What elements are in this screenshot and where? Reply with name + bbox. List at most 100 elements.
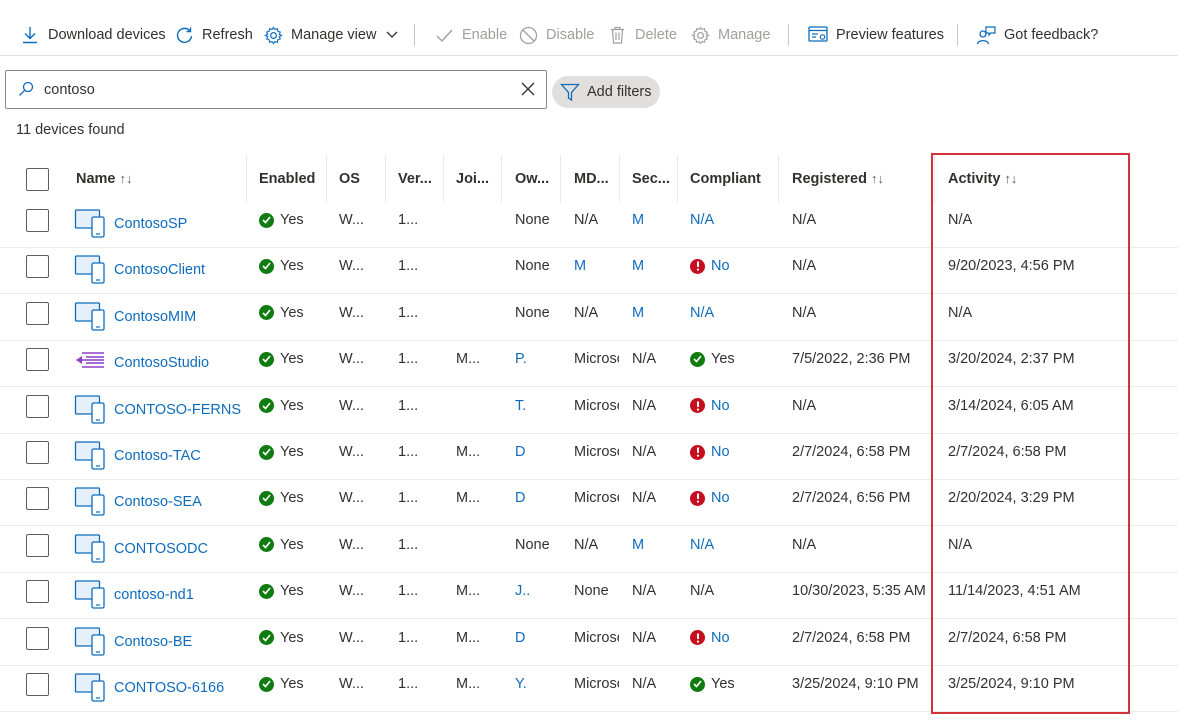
- column-header-enabled[interactable]: Enabled: [259, 171, 315, 187]
- enabled-cell: Yes: [259, 305, 304, 321]
- gear-icon: [690, 25, 710, 45]
- row-checkbox[interactable]: [26, 394, 49, 418]
- row-checkbox[interactable]: [26, 673, 49, 696]
- delete-button[interactable]: Delete: [607, 22, 677, 48]
- security-cell[interactable]: M: [632, 305, 672, 321]
- column-header-version[interactable]: Ver...: [398, 171, 432, 187]
- device-name-link[interactable]: ContosoMIM: [114, 309, 196, 325]
- column-divider[interactable]: [560, 155, 561, 203]
- owner-cell[interactable]: T.: [515, 398, 557, 414]
- device-name-link[interactable]: ContosoStudio: [114, 355, 209, 371]
- got-feedback-button[interactable]: Got feedback?: [976, 22, 1098, 48]
- row-checkbox[interactable]: [26, 441, 49, 464]
- owner-cell[interactable]: J..: [515, 583, 557, 599]
- security-cell[interactable]: M: [632, 212, 672, 228]
- device-name-link[interactable]: ContosoClient: [114, 262, 205, 278]
- manage-button[interactable]: Manage: [690, 22, 770, 48]
- download-devices-button[interactable]: Download devices: [20, 22, 166, 48]
- row-checkbox[interactable]: [26, 626, 49, 650]
- security-cell[interactable]: M: [632, 537, 672, 553]
- compliant-cell[interactable]: N/A: [690, 212, 775, 228]
- device-name-link[interactable]: CONTOSO-FERNS: [114, 402, 241, 418]
- delete-label: Delete: [635, 27, 677, 43]
- table-row[interactable]: CONTOSODC Yes W... 1... None N/A M N/A N…: [0, 527, 1178, 573]
- column-header-security[interactable]: Sec...: [632, 171, 670, 187]
- row-checkbox[interactable]: [26, 209, 49, 232]
- owner-cell[interactable]: D: [515, 490, 557, 506]
- toolbar-separator: [414, 24, 415, 46]
- security-cell: N/A: [632, 629, 657, 646]
- table-row[interactable]: Contoso-BE Yes W... 1... M... D Microsc …: [0, 620, 1178, 666]
- security-cell[interactable]: M: [632, 258, 672, 274]
- version-cell: 1...: [398, 583, 419, 600]
- column-header-owner[interactable]: Ow...: [515, 171, 549, 187]
- row-checkbox[interactable]: [26, 533, 49, 557]
- column-header-activity[interactable]: Activity ↑↓: [948, 171, 1017, 187]
- table-row[interactable]: CONTOSO-FERNS Yes W... 1... T. Microsc N…: [0, 388, 1178, 434]
- column-header-mdm[interactable]: MD...: [574, 171, 609, 187]
- row-checkbox[interactable]: [26, 255, 49, 279]
- registered-cell: N/A: [792, 536, 817, 553]
- device-name-link[interactable]: ContosoSP: [114, 216, 187, 232]
- mdm-cell[interactable]: M: [574, 258, 619, 274]
- table-row[interactable]: ContosoSP Yes W... 1... None N/A M N/A N…: [0, 202, 1178, 248]
- column-divider[interactable]: [778, 155, 779, 203]
- column-header-join-type[interactable]: Joi...: [456, 171, 489, 187]
- table-row[interactable]: Contoso-TAC Yes W... 1... M... D Microsc…: [0, 434, 1178, 480]
- device-name-link[interactable]: Contoso-BE: [114, 634, 192, 650]
- disable-button[interactable]: Disable: [518, 22, 594, 48]
- column-header-os[interactable]: OS: [339, 171, 360, 187]
- search-input[interactable]: [44, 79, 504, 101]
- registered-cell: N/A: [792, 212, 817, 228]
- device-name-link[interactable]: contoso-nd1: [114, 587, 194, 603]
- owner-cell[interactable]: P.: [515, 351, 557, 367]
- column-divider[interactable]: [443, 155, 444, 203]
- table-row[interactable]: ContosoClient Yes W... 1... None M M No …: [0, 248, 1178, 295]
- column-header-compliant[interactable]: Compliant: [690, 171, 761, 187]
- tablet-icon: [74, 208, 108, 242]
- select-all-checkbox[interactable]: [26, 168, 49, 191]
- device-name-link[interactable]: CONTOSODC: [114, 541, 208, 557]
- column-divider[interactable]: [501, 155, 502, 203]
- table-row[interactable]: ContosoStudio Yes W... 1... M... P. Micr…: [0, 341, 1178, 388]
- preview-features-button[interactable]: Preview features: [808, 22, 944, 48]
- device-name-link[interactable]: Contoso-SEA: [114, 494, 202, 510]
- os-cell: W...: [339, 212, 364, 228]
- compliant-cell[interactable]: No: [690, 258, 775, 275]
- column-divider[interactable]: [934, 155, 935, 203]
- compliant-cell[interactable]: N/A: [690, 537, 775, 553]
- mdm-cell: Microsc: [574, 629, 619, 646]
- enable-button[interactable]: Enable: [434, 22, 507, 48]
- column-divider[interactable]: [677, 155, 678, 203]
- table-row[interactable]: Contoso-SEA Yes W... 1... M... D Microsc…: [0, 480, 1178, 527]
- device-name-link[interactable]: Contoso-TAC: [114, 448, 201, 464]
- manage-view-button[interactable]: Manage view: [263, 22, 398, 48]
- table-row[interactable]: contoso-nd1 Yes W... 1... M... J.. None …: [0, 573, 1178, 620]
- compliant-cell[interactable]: N/A: [690, 305, 775, 321]
- device-name-link[interactable]: CONTOSO-6166: [114, 680, 224, 696]
- refresh-button[interactable]: Refresh: [174, 22, 253, 48]
- owner-cell[interactable]: D: [515, 630, 557, 646]
- owner-cell[interactable]: Y.: [515, 676, 557, 692]
- compliant-cell[interactable]: No: [690, 490, 775, 507]
- owner-cell[interactable]: D: [515, 444, 557, 460]
- compliant-cell[interactable]: No: [690, 398, 775, 415]
- column-header-name[interactable]: Name ↑↓: [76, 171, 133, 187]
- column-divider[interactable]: [385, 155, 386, 203]
- compliant-cell[interactable]: No: [690, 630, 775, 647]
- add-filters-button[interactable]: Add filters: [552, 76, 660, 108]
- row-checkbox[interactable]: [26, 348, 49, 372]
- table-row[interactable]: CONTOSO-6166 Yes W... 1... M... Y. Micro…: [0, 666, 1178, 712]
- clear-icon[interactable]: [520, 81, 536, 101]
- column-divider[interactable]: [246, 155, 247, 203]
- column-divider[interactable]: [326, 155, 327, 203]
- column-header-registered[interactable]: Registered ↑↓: [792, 171, 884, 187]
- enabled-cell: Yes: [259, 537, 304, 553]
- row-checkbox[interactable]: [26, 487, 49, 511]
- compliant-cell[interactable]: No: [690, 444, 775, 461]
- owner-cell: None: [515, 212, 550, 228]
- row-checkbox[interactable]: [26, 580, 49, 604]
- row-checkbox[interactable]: [26, 301, 49, 325]
- table-row[interactable]: ContosoMIM Yes W... 1... None N/A M N/A …: [0, 295, 1178, 341]
- column-divider[interactable]: [619, 155, 620, 203]
